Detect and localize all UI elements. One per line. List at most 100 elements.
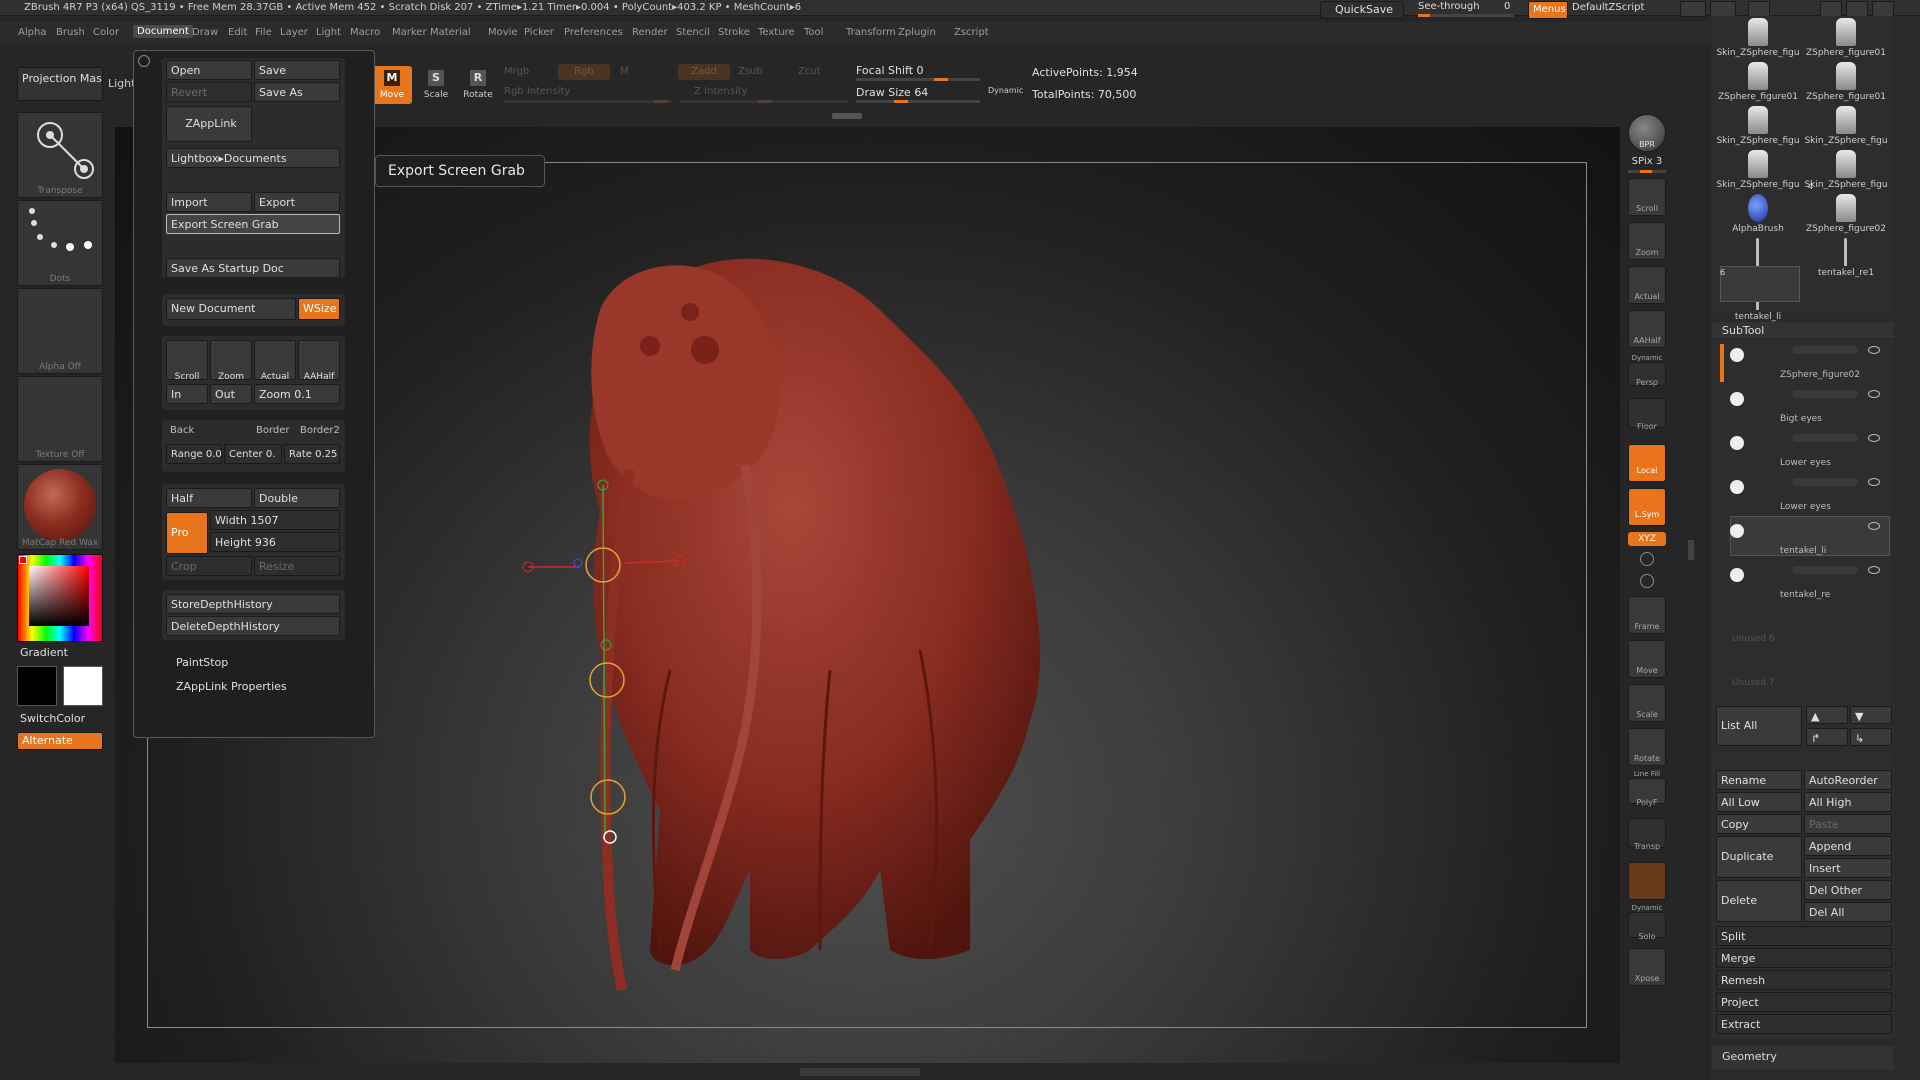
secondary-color-swatch[interactable] xyxy=(63,666,103,706)
ghost-button[interactable] xyxy=(1628,862,1666,900)
subtool-toggles[interactable] xyxy=(1792,390,1858,398)
zoom-in-button[interactable]: In xyxy=(166,384,208,404)
duplicate-button[interactable]: Duplicate xyxy=(1716,836,1802,878)
project-section[interactable]: Project xyxy=(1716,992,1892,1012)
close-icon[interactable] xyxy=(1872,1,1894,17)
del-other-button[interactable]: Del Other xyxy=(1804,880,1892,900)
range-slider[interactable]: Range 0.0 xyxy=(166,444,222,464)
zapplink-button[interactable]: ZAppLink xyxy=(166,106,252,142)
tray-collapse-handle[interactable] xyxy=(1688,540,1694,560)
doc-zoom-button[interactable]: Zoom xyxy=(210,340,252,380)
tool-item[interactable]: Skin_ZSphere_figu xyxy=(1714,180,1802,190)
tool-item[interactable]: ZSphere_figure01 xyxy=(1802,48,1890,58)
menu-render[interactable]: Render xyxy=(632,27,668,38)
rotate-z-icon[interactable] xyxy=(1640,574,1654,588)
default-zscript[interactable]: DefaultZScript xyxy=(1572,2,1644,13)
zoom-out-button[interactable]: Out xyxy=(210,384,252,404)
menu-marker[interactable]: Marker xyxy=(392,27,427,38)
see-through-slider[interactable] xyxy=(1418,14,1514,17)
delete-depth-history-button[interactable]: DeleteDepthHistory xyxy=(166,616,340,636)
autoreorder-button[interactable]: AutoReorder xyxy=(1804,770,1892,790)
bottom-tray-handle[interactable] xyxy=(800,1068,920,1076)
merge-section[interactable]: Merge xyxy=(1716,948,1892,968)
zsub-button[interactable]: Zsub xyxy=(738,66,763,77)
move-to-bottom-button[interactable]: ↳ xyxy=(1850,728,1892,746)
layout2-icon[interactable] xyxy=(1710,1,1736,17)
paste-button[interactable]: Paste xyxy=(1804,814,1892,834)
rgb-button[interactable]: Rgb xyxy=(558,64,610,80)
focal-shift-label[interactable]: Focal Shift 0 xyxy=(856,64,924,77)
tool-item[interactable]: ZSphere_figure01 xyxy=(1802,92,1890,102)
layout-icon[interactable] xyxy=(1680,1,1706,17)
subtool-row[interactable]: Lower eyes xyxy=(1728,476,1888,518)
wsize-button[interactable]: WSize xyxy=(298,298,340,320)
save-button[interactable]: Save xyxy=(254,60,340,80)
visibility-eye-icon[interactable] xyxy=(1868,566,1880,574)
menu-stroke[interactable]: Stroke xyxy=(718,27,750,38)
menu-preferences[interactable]: Preferences xyxy=(564,27,623,38)
subtool-row[interactable]: tentakel_li xyxy=(1728,520,1888,562)
back-color-button[interactable]: Back xyxy=(170,425,194,436)
rgb-intensity-track[interactable] xyxy=(504,100,672,103)
pin-icon[interactable] xyxy=(138,55,150,67)
visibility-eye-icon[interactable] xyxy=(1868,346,1880,354)
main-color-swatch[interactable] xyxy=(17,666,57,706)
mrgb-button[interactable]: Mrgb xyxy=(504,66,529,77)
color-picker[interactable] xyxy=(17,554,103,642)
tool-item[interactable]: Skin_ZSphere_figu xyxy=(1802,136,1890,146)
gizmo-ring-3[interactable] xyxy=(590,779,626,815)
subtool-toggles[interactable] xyxy=(1792,566,1858,574)
switchcolor-button[interactable]: SwitchColor xyxy=(20,712,85,725)
menu-layer[interactable]: Layer xyxy=(280,27,308,38)
menu-macro[interactable]: Macro xyxy=(350,27,380,38)
paintstop-item[interactable]: PaintStop xyxy=(176,656,228,669)
subtool-toggles[interactable] xyxy=(1792,346,1858,354)
draw-size-label[interactable]: Draw Size 64 xyxy=(856,86,928,99)
new-document-button[interactable]: New Document xyxy=(166,298,296,320)
menu-light[interactable]: Light xyxy=(316,27,341,38)
focal-shift-track[interactable] xyxy=(856,78,980,81)
zadd-button[interactable]: Zadd xyxy=(678,64,730,80)
menu-color[interactable]: Color xyxy=(93,27,119,38)
tool-item[interactable]: ZSphere_figure02 xyxy=(1802,224,1890,234)
all-high-button[interactable]: All High xyxy=(1804,792,1892,812)
tool-item[interactable]: Skin_ZSphere_figu xyxy=(1714,136,1802,146)
move-to-top-button[interactable]: ↱ xyxy=(1806,728,1848,746)
delete-button[interactable]: Delete xyxy=(1716,880,1802,922)
visibility-eye-icon[interactable] xyxy=(1868,434,1880,442)
gizmo-ring-2[interactable] xyxy=(589,662,625,698)
width-slider[interactable]: Width 1507 xyxy=(210,510,340,530)
menu-texture[interactable]: Texture xyxy=(758,27,795,38)
xyz-button[interactable]: XYZ xyxy=(1628,532,1666,546)
subtool-toggles[interactable] xyxy=(1792,434,1858,442)
tool-item[interactable]: Skin_ZSphere_figu xyxy=(1802,180,1890,190)
local-button[interactable] xyxy=(1628,444,1666,482)
doc-actual-button[interactable]: Actual xyxy=(254,340,296,380)
maximize-icon[interactable] xyxy=(1846,1,1868,17)
tool-item[interactable]: ZSphere_figure01 xyxy=(1714,92,1802,102)
tool-item[interactable]: tentakel_li xyxy=(1714,312,1802,322)
rename-button[interactable]: Rename xyxy=(1716,770,1802,790)
alternate-button[interactable]: Alternate xyxy=(17,732,103,750)
copy-button[interactable]: Copy xyxy=(1716,814,1802,834)
rate-slider[interactable]: Rate 0.25 xyxy=(284,444,340,464)
height-slider[interactable]: Height 936 xyxy=(210,532,340,552)
subtool-row[interactable]: Bigt eyes xyxy=(1728,388,1888,430)
rotate-y-icon[interactable] xyxy=(1640,552,1654,566)
menu-zplugin[interactable]: Zplugin xyxy=(898,27,936,38)
subtool-row[interactable]: Unused 6 xyxy=(1728,608,1888,650)
half-button[interactable]: Half xyxy=(166,488,252,508)
menu-zscript[interactable]: Zscript xyxy=(954,27,989,38)
export-button[interactable]: Export xyxy=(254,192,340,212)
split-section[interactable]: Split xyxy=(1716,926,1892,946)
tool-item[interactable]: AlphaBrush xyxy=(1714,224,1802,234)
see-through-value[interactable]: 0 xyxy=(1504,1,1510,12)
menu-tool[interactable]: Tool xyxy=(804,27,823,38)
del-all-button[interactable]: Del All xyxy=(1804,902,1892,922)
remesh-section[interactable]: Remesh xyxy=(1716,970,1892,990)
revert-button[interactable]: Revert xyxy=(166,82,252,102)
crop-button[interactable]: Crop xyxy=(166,556,252,576)
menu-movie[interactable]: Movie xyxy=(488,27,518,38)
list-all-button[interactable]: List All xyxy=(1716,706,1802,746)
menu-picker[interactable]: Picker xyxy=(524,27,554,38)
